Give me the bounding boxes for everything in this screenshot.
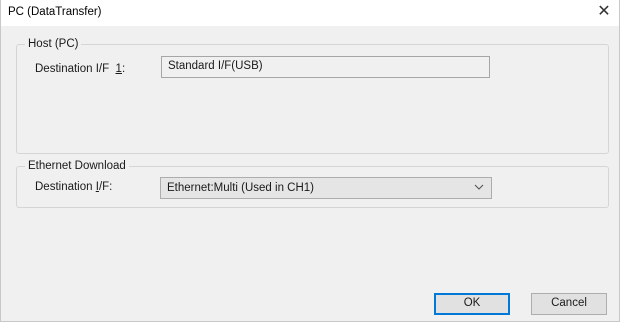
ok-button[interactable]: OK xyxy=(434,293,510,315)
host-destination-label-colon: : xyxy=(121,63,126,75)
ethernet-destination-label-text: Destination xyxy=(35,181,96,193)
host-destination-field: Standard I/F(USB) xyxy=(161,56,490,78)
ethernet-destination-dropdown[interactable]: Ethernet:Multi (Used in CH1) xyxy=(160,177,492,199)
host-destination-label: Destination I/F 1: xyxy=(35,63,125,75)
ethernet-destination-label-slash: /F: xyxy=(98,181,113,193)
close-icon[interactable]: ✕ xyxy=(595,2,613,22)
ethernet-destination-label: Destination I/F: xyxy=(35,181,112,193)
dialog-window: PC (DataTransfer) ✕ Host (PC) Destinatio… xyxy=(0,0,620,322)
window-title: PC (DataTransfer) xyxy=(8,6,102,18)
chevron-down-icon xyxy=(474,184,484,190)
host-destination-label-text: Destination I/F xyxy=(35,63,116,75)
host-pc-group-title: Host (PC) xyxy=(25,37,82,51)
ethernet-download-group-title: Ethernet Download xyxy=(25,159,129,173)
title-bar[interactable]: PC (DataTransfer) ✕ xyxy=(1,0,619,26)
ethernet-destination-selected: Ethernet:Multi (Used in CH1) xyxy=(167,182,314,194)
cancel-button[interactable]: Cancel xyxy=(531,293,607,315)
